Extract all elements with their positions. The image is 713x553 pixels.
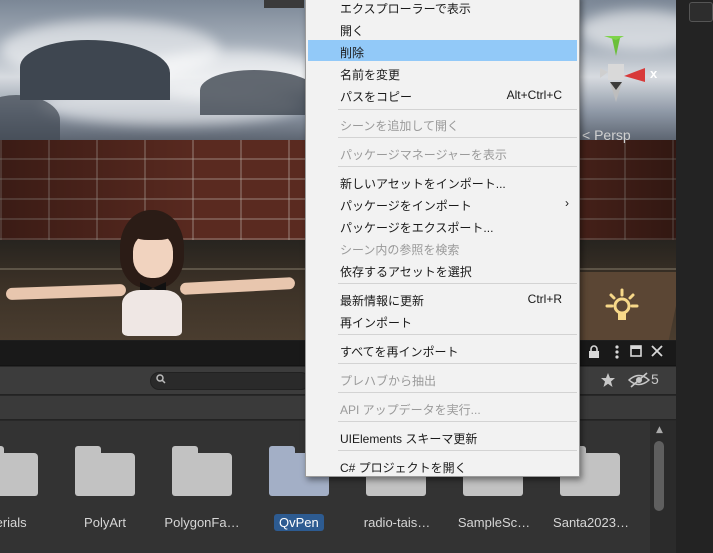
menu-item-copy-path[interactable]: パスをコピー Alt+Ctrl+C (308, 84, 577, 105)
inspector-toolbar-button[interactable] (689, 2, 713, 22)
menu-item-select-dependencies[interactable]: 依存するアセットを選択 (308, 259, 577, 280)
context-menu: エクスプローラーで表示 開く 削除 名前を変更 パスをコピー Alt+Ctrl+C… (305, 0, 580, 477)
menu-item-update-uielements-schema[interactable]: UIElements スキーマ更新 (308, 426, 577, 447)
star-icon[interactable] (600, 372, 616, 392)
menu-item-import-package[interactable]: パッケージをインポート › (308, 193, 577, 214)
menu-item-open-csharp-project[interactable]: C# プロジェクトを開く (308, 455, 577, 476)
menu-separator (338, 109, 577, 110)
search-input[interactable] (150, 372, 310, 390)
folder-label[interactable]: PolygonFa… (157, 515, 247, 530)
menu-item-rename[interactable]: 名前を変更 (308, 62, 577, 83)
menu-separator (338, 450, 577, 451)
folder-label[interactable]: PolyArt (70, 515, 140, 530)
submenu-arrow-icon: › (565, 196, 569, 210)
menu-item-export-package[interactable]: パッケージをエクスポート... (308, 215, 577, 236)
folder-icon[interactable] (75, 446, 135, 498)
menu-separator (338, 166, 577, 167)
menu-item-open-scene-additive[interactable]: シーンを追加して開く (308, 113, 577, 134)
shortcut-label: Ctrl+R (527, 292, 562, 306)
menu-item-run-api-updater[interactable]: API アップデータを実行... (308, 397, 577, 418)
menu-separator (338, 363, 577, 364)
gizmo-center[interactable] (608, 64, 624, 80)
menu-item-open[interactable]: 開く (308, 18, 577, 39)
directional-light-icon[interactable] (602, 288, 642, 328)
menu-item-find-references[interactable]: シーン内の参照を検索 (308, 237, 577, 258)
menu-item-extract-from-prefab[interactable]: プレハブから抽出 (308, 368, 577, 389)
folder-label[interactable]: terials (0, 515, 42, 530)
menu-separator (338, 137, 577, 138)
menu-item-refresh[interactable]: 最新情報に更新 Ctrl+R (308, 288, 577, 309)
shortcut-label: Alt+Ctrl+C (506, 88, 562, 102)
gizmo-x-label: x (650, 66, 658, 81)
hidden-count: 5 (651, 371, 659, 387)
folder-label[interactable]: Santa2023… (545, 515, 637, 530)
folder-icon[interactable] (0, 446, 38, 498)
search-icon (156, 374, 166, 387)
folder-label[interactable]: SampleSc… (449, 515, 539, 530)
menu-separator (338, 421, 577, 422)
menu-item-show-package-manager[interactable]: パッケージマネージャーを表示 (308, 142, 577, 163)
maximize-icon[interactable] (630, 345, 642, 362)
hidden-visibility-icon[interactable] (627, 372, 651, 392)
folder-icon[interactable] (172, 446, 232, 498)
folder-label[interactable]: radio-tais… (352, 515, 442, 530)
scroll-up-icon[interactable]: ▲ (656, 425, 663, 435)
scrollbar-thumb[interactable] (654, 441, 664, 511)
menu-separator (338, 334, 577, 335)
menu-item-reimport-all[interactable]: すべてを再インポート (308, 339, 577, 360)
lock-icon[interactable] (588, 345, 600, 364)
gizmo-x-axis[interactable] (624, 68, 645, 82)
folder-label-selected[interactable]: QvPen (274, 514, 324, 531)
menu-item-show-in-explorer[interactable]: エクスプローラーで表示 (308, 0, 577, 17)
close-icon[interactable] (651, 345, 663, 362)
menu-item-delete[interactable]: 削除 (308, 40, 577, 61)
panel-menu-icon[interactable] (614, 345, 620, 364)
menu-separator (338, 283, 577, 284)
orientation-gizmo[interactable]: x (590, 30, 670, 110)
menu-item-reimport[interactable]: 再インポート (308, 310, 577, 331)
gizmo-y-axis[interactable] (612, 38, 620, 56)
menu-separator (338, 392, 577, 393)
inspector-edge (676, 0, 713, 553)
avatar-character[interactable] (0, 200, 300, 340)
scene-toolbar-button[interactable] (264, 0, 304, 8)
menu-item-import-new-asset[interactable]: 新しいアセットをインポート... (308, 171, 577, 192)
projection-label[interactable]: < Persp (582, 127, 631, 143)
